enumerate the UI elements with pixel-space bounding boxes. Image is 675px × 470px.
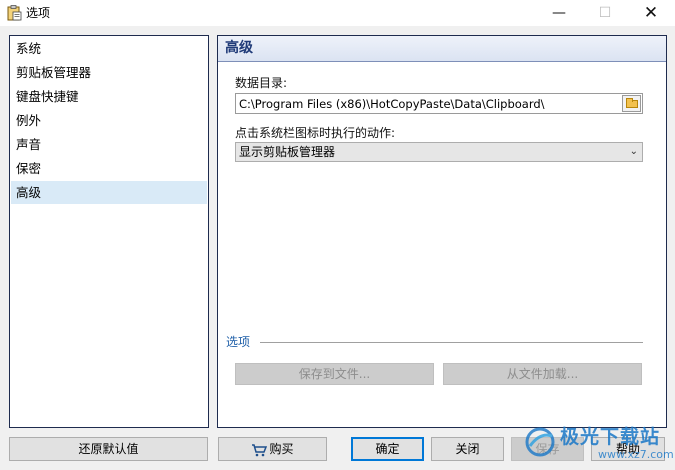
category-item-hotkeys[interactable]: 键盘快捷键: [11, 85, 207, 108]
group-divider: [260, 342, 643, 343]
category-item-advanced[interactable]: 高级: [11, 181, 207, 204]
maximize-button: ☐: [598, 5, 612, 21]
watermark: 极光下载站 www.xz7.com: [520, 420, 674, 470]
data-dir-field[interactable]: C:\Program Files (x86)\HotCopyPaste\Data…: [235, 93, 643, 114]
buy-button[interactable]: 购买: [218, 437, 327, 461]
category-item-clipboard-manager[interactable]: 剪贴板管理器: [11, 61, 207, 84]
watermark-url: www.xz7.com: [598, 448, 674, 461]
category-item-sounds[interactable]: 声音: [11, 133, 207, 156]
buy-button-label: 购买: [269, 442, 294, 456]
browse-folder-button[interactable]: [622, 95, 641, 112]
minimize-button[interactable]: —: [536, 0, 582, 26]
tray-action-label: 点击系统栏图标时执行的动作:: [235, 126, 396, 140]
restore-defaults-button[interactable]: 还原默认值: [9, 437, 208, 461]
category-item-privacy[interactable]: 保密: [11, 157, 207, 180]
window-title: 选项: [26, 6, 51, 20]
panel-title: 高级: [225, 40, 253, 56]
load-from-file-button[interactable]: 从文件加载...: [443, 363, 642, 385]
folder-icon: [626, 98, 638, 108]
panel-header: 高级: [218, 36, 666, 62]
cart-icon: [252, 443, 268, 456]
data-dir-value: C:\Program Files (x86)\HotCopyPaste\Data…: [239, 97, 545, 111]
category-item-exceptions[interactable]: 例外: [11, 109, 207, 132]
chevron-down-icon: ⌄: [629, 146, 638, 157]
category-item-system[interactable]: 系统: [11, 37, 207, 60]
close-button[interactable]: 关闭: [431, 437, 504, 461]
app-clipboard-icon: [7, 5, 22, 21]
title-bar: 选项 — ☐ ✕: [0, 0, 675, 26]
close-window-button[interactable]: ✕: [628, 0, 674, 26]
save-to-file-button[interactable]: 保存到文件...: [235, 363, 434, 385]
tray-action-select[interactable]: 显示剪贴板管理器 ⌄: [235, 142, 643, 162]
options-category-list[interactable]: 系统 剪贴板管理器 键盘快捷键 例外 声音 保密 高级: [9, 35, 209, 428]
watermark-text: 极光下载站: [560, 426, 661, 448]
options-group-label: 选项: [226, 335, 251, 349]
ok-button[interactable]: 确定: [351, 437, 424, 461]
watermark-logo-icon: [525, 427, 555, 457]
advanced-settings-panel: 高级 数据目录: C:\Program Files (x86)\HotCopyP…: [217, 35, 667, 428]
tray-action-value: 显示剪贴板管理器: [239, 145, 336, 159]
data-dir-label: 数据目录:: [235, 76, 288, 90]
